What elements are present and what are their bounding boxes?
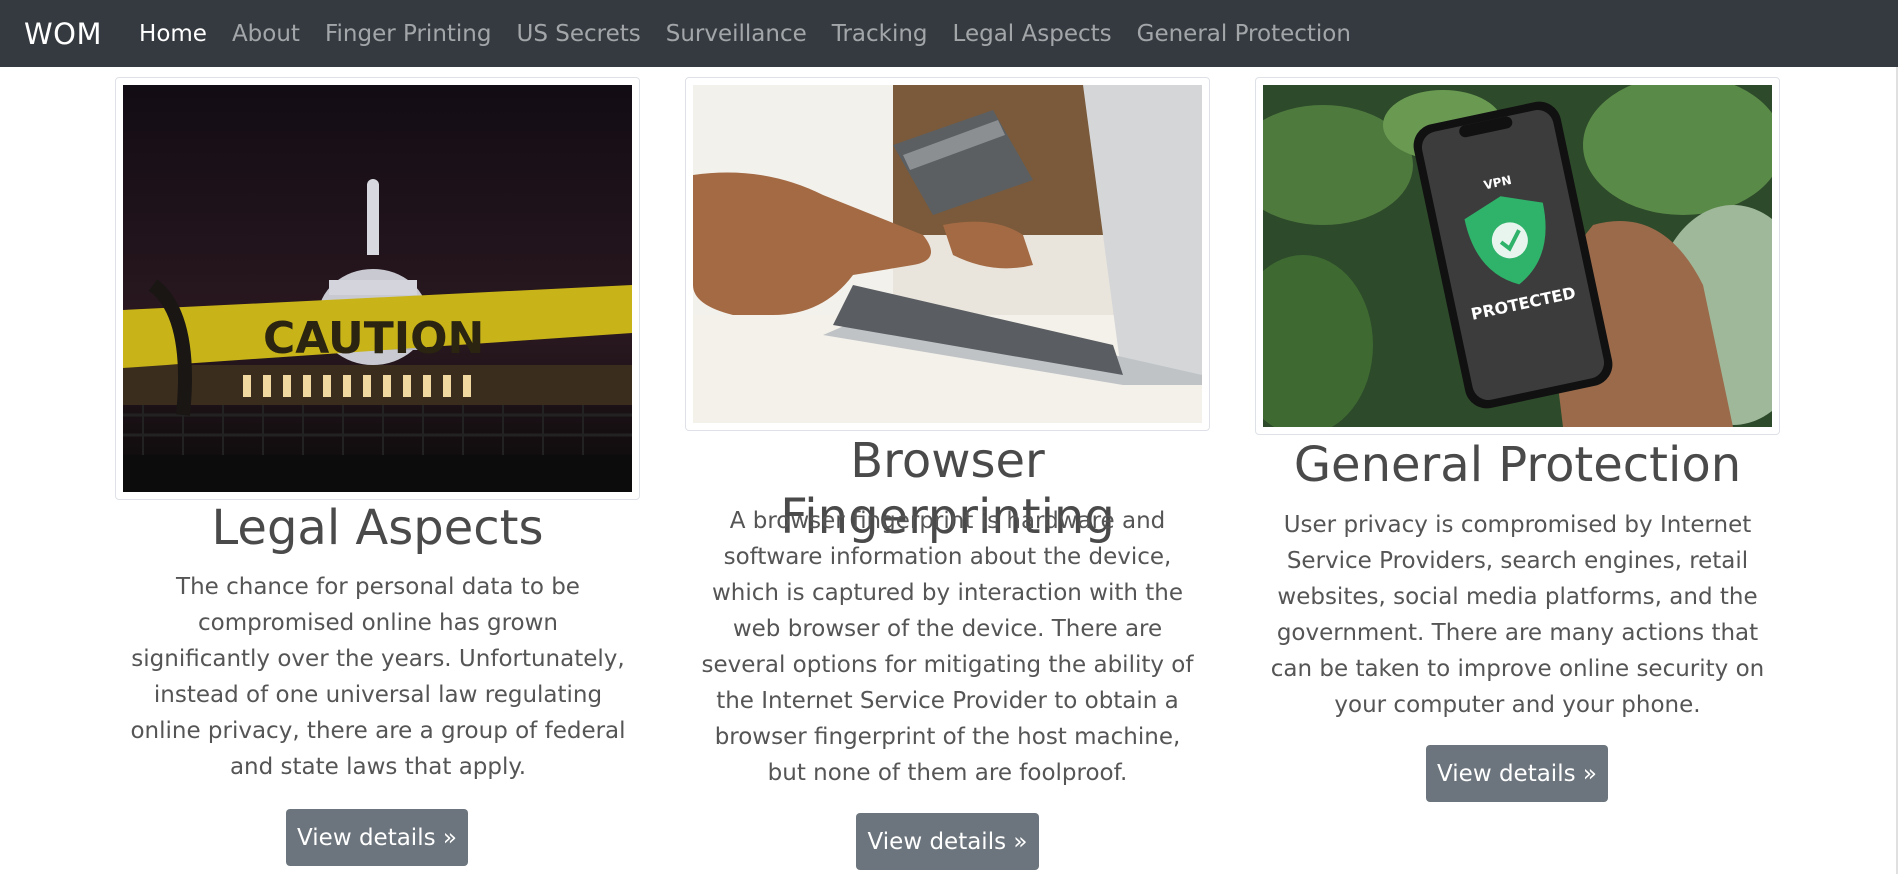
- card-title-general-protection: General Protection: [1293, 437, 1742, 493]
- card-text-browser-fingerprinting: A browser fingerprint is hardware and so…: [701, 508, 1194, 786]
- top-navbar: WOM Home About Finger Printing US Secret…: [0, 0, 1898, 67]
- nav-item-finger-printing[interactable]: Finger Printing: [325, 21, 492, 47]
- nav-item-home[interactable]: Home: [139, 21, 207, 47]
- view-details-button-legal-aspects[interactable]: View details »: [286, 809, 468, 866]
- nav-item-tracking[interactable]: Tracking: [832, 21, 928, 47]
- nav-item-general-protection[interactable]: General Protection: [1137, 21, 1351, 47]
- vpn-phone-image: VPN PROTECTED: [1255, 77, 1780, 435]
- nav-item-legal-aspects[interactable]: Legal Aspects: [953, 21, 1112, 47]
- vpn-phone-graphic: VPN PROTECTED: [1263, 85, 1772, 427]
- card-text-legal-aspects: The chance for personal data to be compr…: [130, 574, 626, 780]
- nav-item-surveillance[interactable]: Surveillance: [666, 21, 807, 47]
- card-text-general-protection: User privacy is compromised by Internet …: [1270, 512, 1765, 718]
- caution-tape-text: CAUTION: [263, 313, 484, 364]
- card-title-legal-aspects: Legal Aspects: [211, 500, 544, 556]
- view-details-button-general-protection[interactable]: View details »: [1426, 745, 1608, 802]
- laptop-card-image: [685, 77, 1210, 431]
- view-details-button-browser-fingerprinting[interactable]: View details »: [856, 813, 1039, 870]
- laptop-image-graphic: [693, 85, 1202, 423]
- nav-item-about[interactable]: About: [232, 21, 300, 47]
- capitol-image-graphic: CAUTION: [123, 85, 632, 492]
- capitol-image: CAUTION: [115, 77, 640, 500]
- brand-logo[interactable]: WOM: [24, 17, 102, 51]
- nav-item-us-secrets[interactable]: US Secrets: [516, 21, 640, 47]
